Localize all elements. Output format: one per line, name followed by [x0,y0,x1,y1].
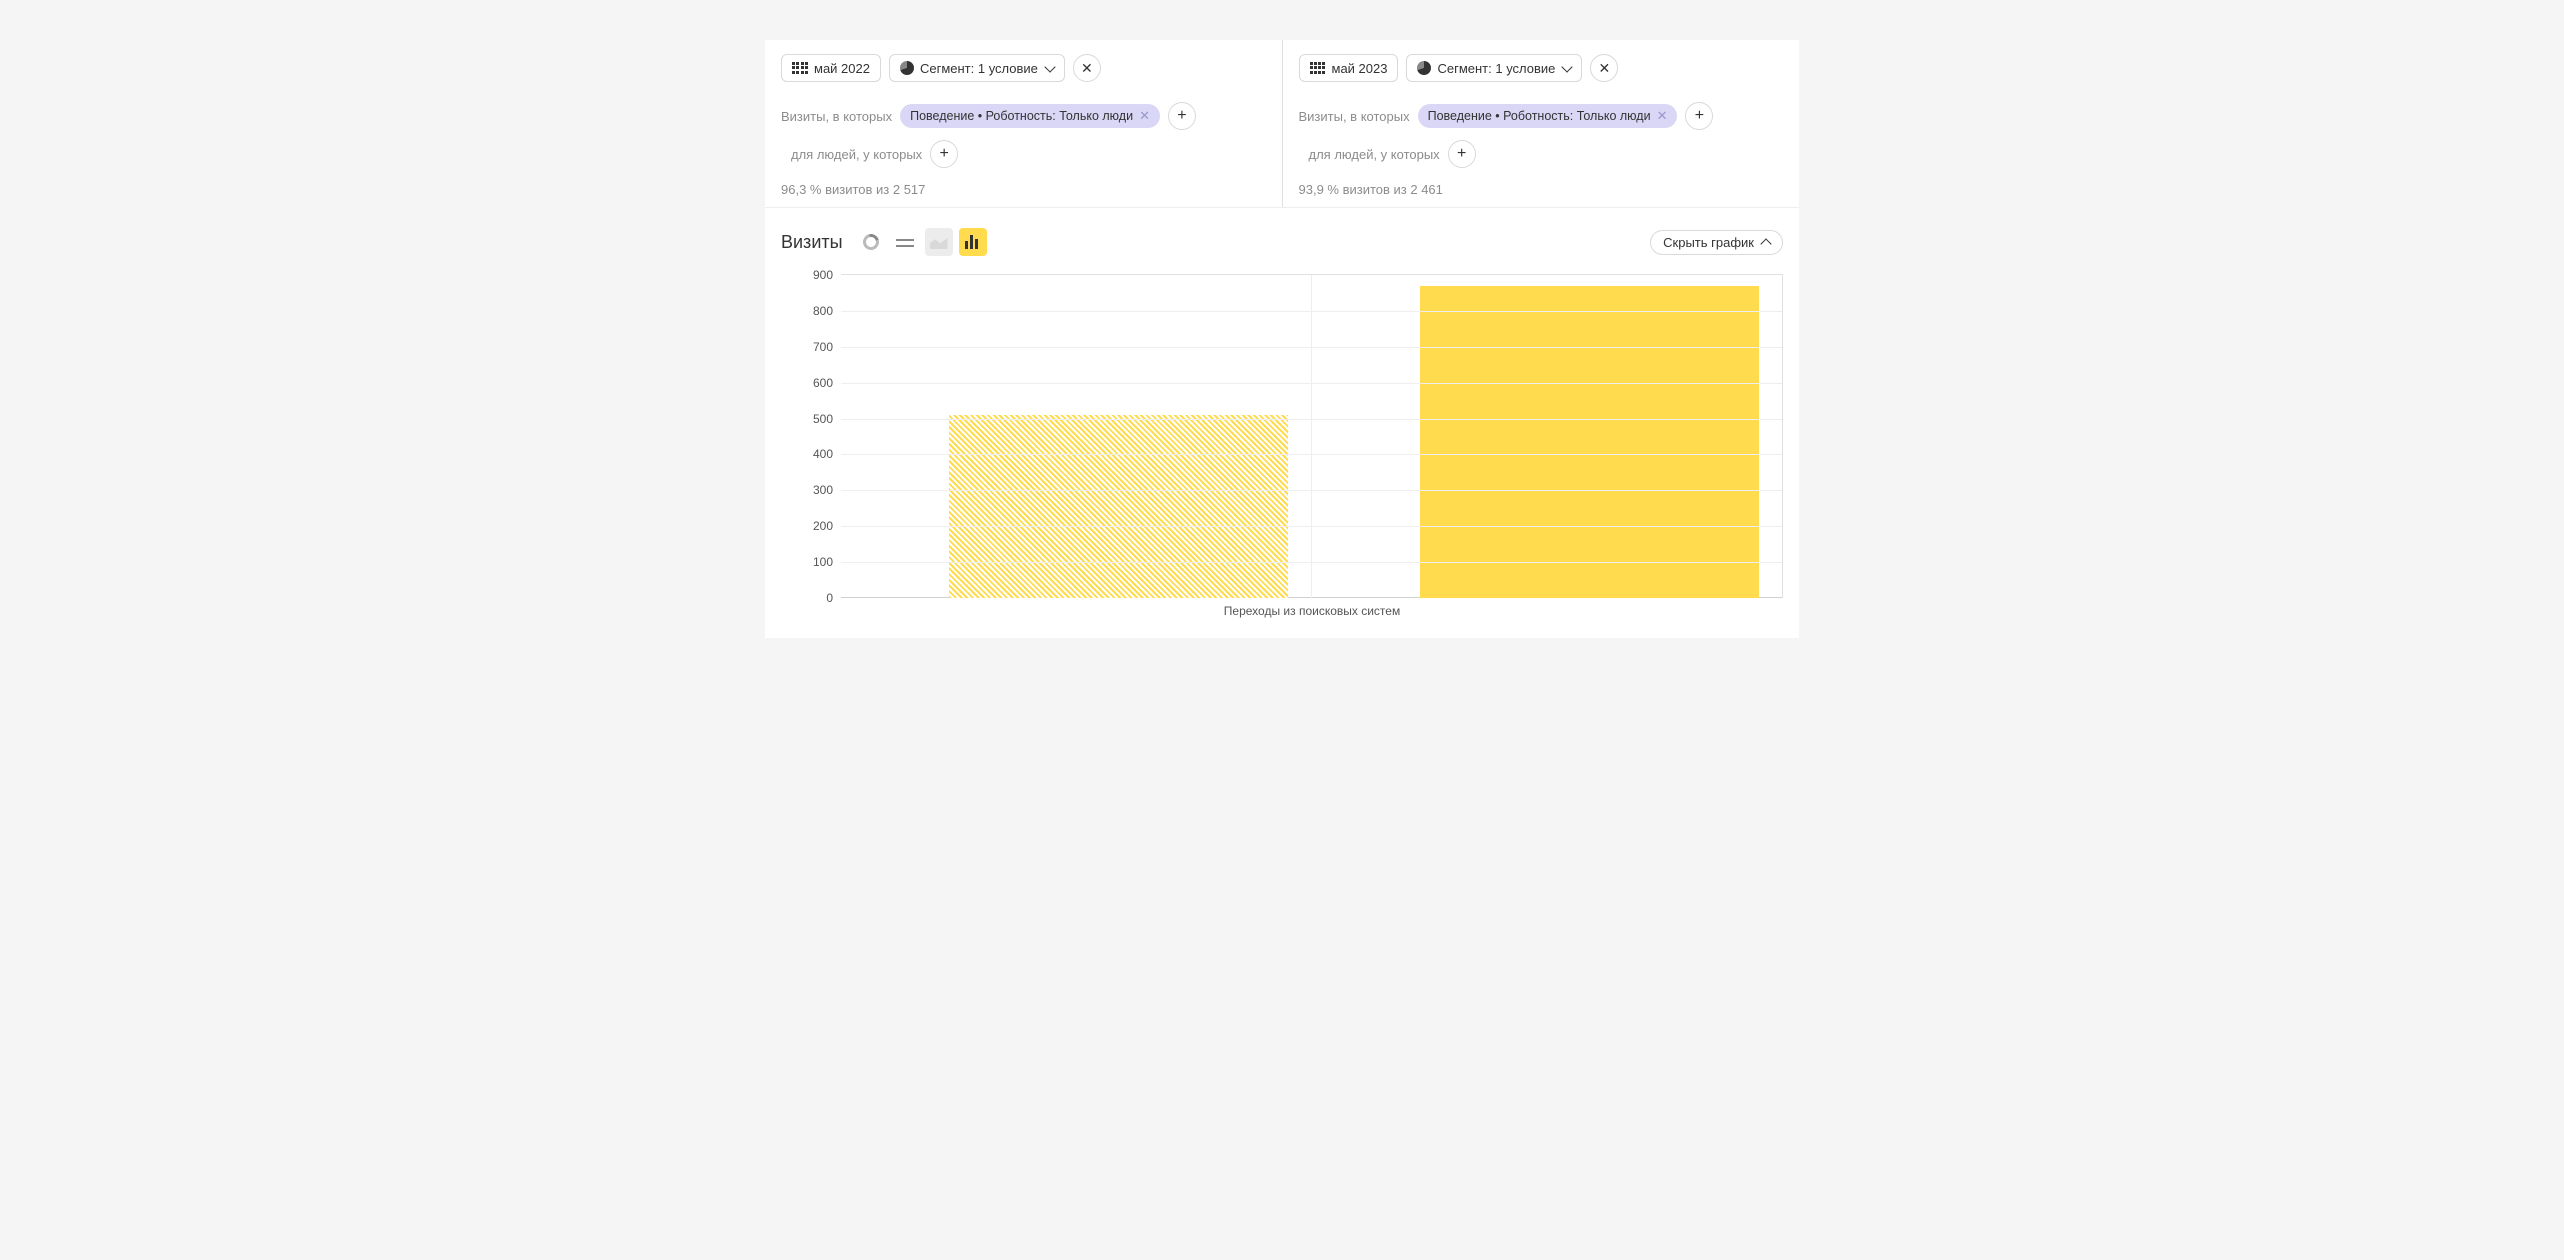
segment-column-b: май 2023 Сегмент: 1 условие ✕ Визиты, в … [1283,40,1800,207]
y-tick-label: 500 [793,412,833,426]
chevron-down-icon [1562,61,1573,72]
date-picker-button[interactable]: май 2022 [781,54,881,82]
plot-area: 0100200300400500600700800900 [841,274,1783,598]
area-chart-icon [930,235,948,249]
chevron-up-icon [1760,238,1771,249]
people-filter-row: для людей, у которых + [781,140,1266,168]
chart-bar[interactable] [1420,286,1758,598]
donut-chart-icon [860,231,882,253]
add-visit-filter-button[interactable]: + [1685,102,1713,130]
y-gridline [841,419,1782,420]
filter-chip-robots[interactable]: Поведение • Роботность: Только люди ✕ [900,104,1160,128]
y-tick-label: 800 [793,304,833,318]
segment-label: Сегмент: 1 условие [1437,61,1555,76]
close-icon: ✕ [1599,61,1611,75]
y-tick-label: 600 [793,376,833,390]
segment-dropdown[interactable]: Сегмент: 1 условие [889,54,1065,82]
add-people-filter-button[interactable]: + [930,140,958,168]
chart-header: Визиты Скрыть график [765,208,1799,266]
segment-label: Сегмент: 1 условие [920,61,1038,76]
chip-remove-icon[interactable]: ✕ [1657,108,1668,124]
calendar-icon [1310,62,1326,74]
segment-stats: 93,9 % визитов из 2 461 [1299,182,1784,197]
y-tick-label: 0 [793,591,833,605]
filter-chip-label: Поведение • Роботность: Только люди [910,109,1133,123]
x-axis-label: Переходы из поисковых систем [841,604,1783,618]
segment-stats: 96,3 % визитов из 2 517 [781,182,1266,197]
chart-body: 0100200300400500600700800900 Переходы из… [765,266,1799,638]
y-tick-label: 700 [793,340,833,354]
y-tick-label: 100 [793,555,833,569]
chart-view-pie-button[interactable] [857,228,885,256]
hide-chart-button[interactable]: Скрыть график [1650,230,1783,255]
date-picker-button[interactable]: май 2023 [1299,54,1399,82]
y-gridline [841,490,1782,491]
plus-icon: + [1177,108,1186,124]
chevron-down-icon [1044,61,1055,72]
y-gridline [841,526,1782,527]
visits-filter-row: Визиты, в которых Поведение • Роботность… [1299,102,1784,130]
bar-slot [1312,275,1782,598]
people-filter-row: для людей, у которых + [1299,140,1784,168]
y-tick-label: 900 [793,268,833,282]
date-label: май 2023 [1332,61,1388,76]
filter-chip-robots[interactable]: Поведение • Роботность: Только люди ✕ [1418,104,1678,128]
segment-compare-row: май 2022 Сегмент: 1 условие ✕ Визиты, в … [765,40,1799,207]
segment-dropdown[interactable]: Сегмент: 1 условие [1406,54,1582,82]
plus-icon: + [940,146,949,162]
y-gridline [841,562,1782,563]
remove-segment-button[interactable]: ✕ [1073,54,1101,82]
bar-chart-icon [965,235,981,249]
plus-icon: + [1457,146,1466,162]
plus-icon: + [1695,108,1704,124]
chip-remove-icon[interactable]: ✕ [1139,108,1150,124]
hide-chart-label: Скрыть график [1663,235,1754,250]
y-tick-label: 400 [793,447,833,461]
chart-view-toggle [857,228,987,256]
close-icon: ✕ [1081,61,1093,75]
y-tick-label: 300 [793,483,833,497]
calendar-icon [792,62,808,74]
chart-title: Визиты [781,232,843,253]
bar-slot [841,275,1312,598]
y-gridline [841,311,1782,312]
add-visit-filter-button[interactable]: + [1168,102,1196,130]
pie-icon [1417,61,1431,75]
y-gridline [841,383,1782,384]
bar-group [841,275,1782,598]
line-chart-icon [896,237,914,247]
visits-filter-row: Визиты, в которых Поведение • Роботность… [781,102,1266,130]
chart-view-area-button[interactable] [925,228,953,256]
add-people-filter-button[interactable]: + [1448,140,1476,168]
chart-plot: 0100200300400500600700800900 Переходы из… [781,274,1783,618]
filter-chip-label: Поведение • Роботность: Только люди [1428,109,1651,123]
y-gridline [841,347,1782,348]
people-filter-prefix: для людей, у которых [791,147,922,162]
segment-column-a: май 2022 Сегмент: 1 условие ✕ Визиты, в … [765,40,1283,207]
analytics-panel: май 2022 Сегмент: 1 условие ✕ Визиты, в … [765,40,1799,638]
y-tick-label: 200 [793,519,833,533]
people-filter-prefix: для людей, у которых [1309,147,1440,162]
date-label: май 2022 [814,61,870,76]
visits-filter-prefix: Визиты, в которых [1299,109,1410,124]
remove-segment-button[interactable]: ✕ [1590,54,1618,82]
pie-icon [900,61,914,75]
chart-view-line-button[interactable] [891,228,919,256]
chart-bar[interactable] [949,415,1287,598]
chart-view-bar-button[interactable] [959,228,987,256]
y-gridline [841,454,1782,455]
visits-filter-prefix: Визиты, в которых [781,109,892,124]
